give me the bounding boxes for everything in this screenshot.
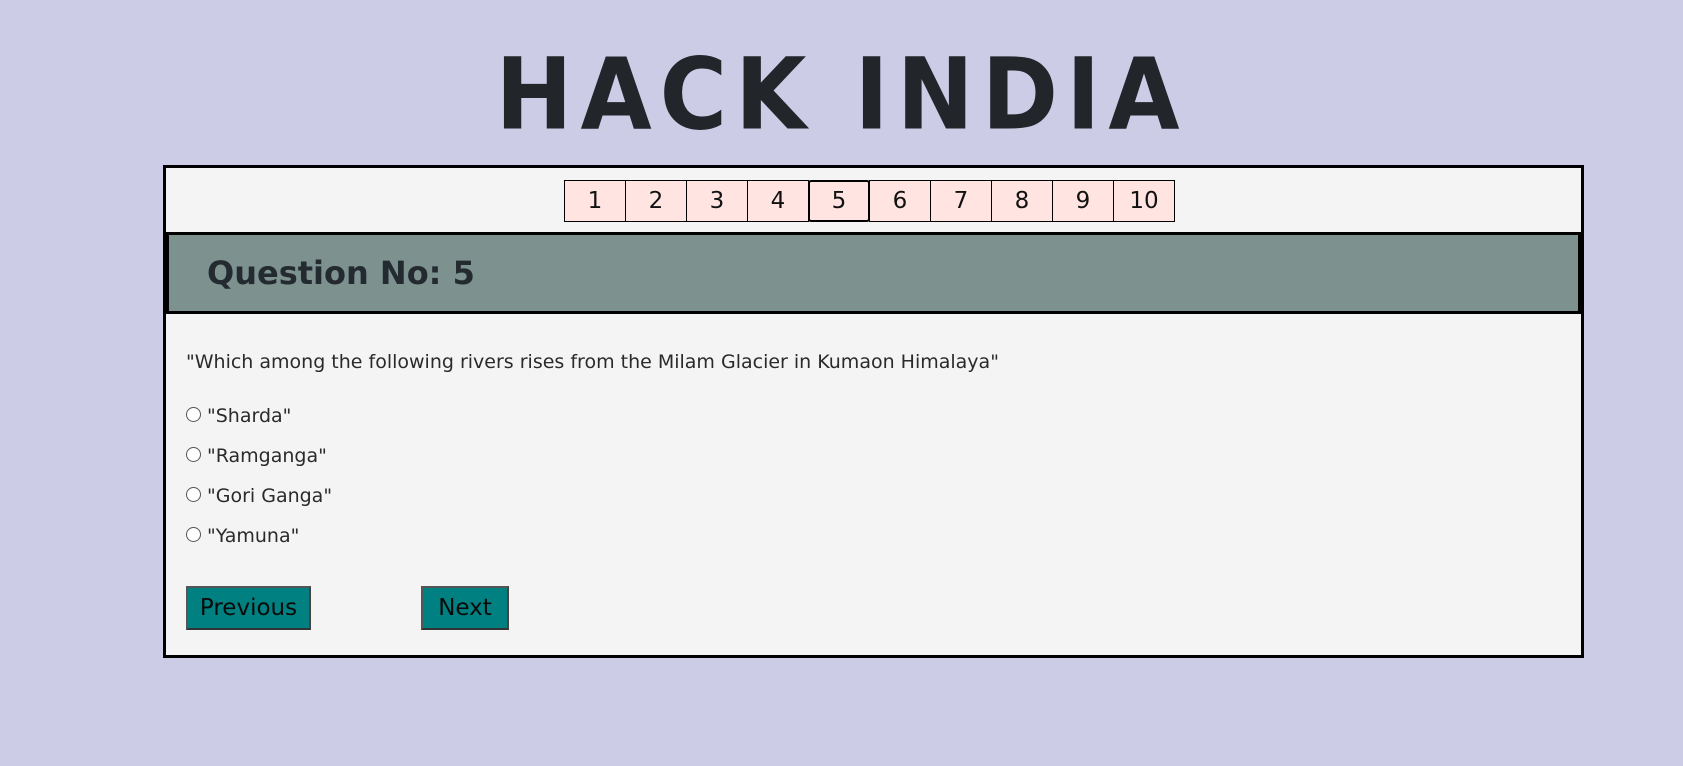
answer-option[interactable]: "Gori Ganga" [186,476,332,516]
question-nav-button-8[interactable]: 8 [991,180,1053,222]
question-nav-button-7[interactable]: 7 [930,180,992,222]
answer-options: "Sharda" "Ramganga" "Gori Ganga" "Yamuna… [186,396,332,556]
question-nav-button-1[interactable]: 1 [564,180,626,222]
answer-option[interactable]: "Yamuna" [186,516,332,556]
question-navigator: 1 2 3 4 5 6 7 8 9 10 [564,180,1175,222]
answer-option-label: "Gori Ganga" [207,485,333,507]
next-button[interactable]: Next [421,586,509,630]
question-text: "Which among the following rivers rises … [186,351,999,373]
answer-option-label: "Yamuna" [207,525,300,547]
radio-button[interactable] [186,406,201,422]
hack-india-logo: HACK INDIA [495,36,1188,153]
answer-option-label: "Sharda" [207,405,292,427]
question-nav-button-10[interactable]: 10 [1113,180,1175,222]
question-nav-button-6[interactable]: 6 [869,180,931,222]
question-nav-button-5[interactable]: 5 [808,180,870,222]
question-nav-button-4[interactable]: 4 [747,180,809,222]
previous-button[interactable]: Previous [186,586,311,630]
quiz-panel: 1 2 3 4 5 6 7 8 9 10 Question No: 5 "Whi… [163,165,1584,658]
answer-option[interactable]: "Sharda" [186,396,332,436]
radio-button[interactable] [186,446,201,462]
radio-button[interactable] [186,486,201,502]
question-nav-button-2[interactable]: 2 [625,180,687,222]
question-nav-button-9[interactable]: 9 [1052,180,1114,222]
question-nav-button-3[interactable]: 3 [686,180,748,222]
answer-option[interactable]: "Ramganga" [186,436,332,476]
question-number-heading: Question No: 5 [166,232,1581,314]
radio-button[interactable] [186,526,201,542]
answer-option-label: "Ramganga" [207,445,327,467]
